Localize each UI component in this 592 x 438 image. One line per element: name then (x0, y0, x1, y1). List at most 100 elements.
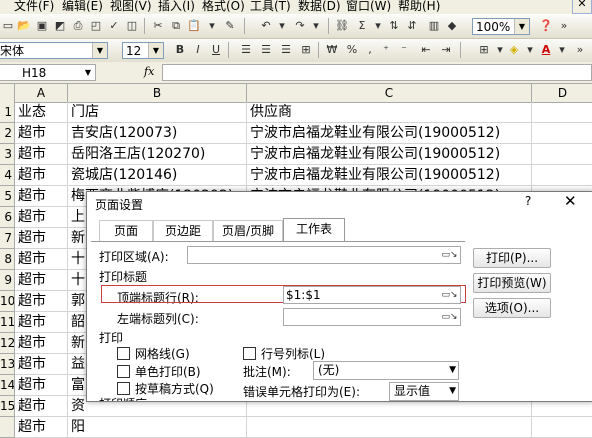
font-name-combo[interactable]: 宋体 ▼ (0, 42, 108, 59)
print-area-input[interactable] (187, 246, 461, 264)
paste-dropdown-icon[interactable]: ▾ (204, 18, 220, 34)
chevron-down-icon[interactable]: ▼ (514, 19, 529, 34)
table-cell[interactable]: 超市 (15, 144, 68, 165)
top-rows-input[interactable]: $1:$1 (283, 286, 461, 304)
align-right-icon[interactable]: ☰ (278, 42, 294, 58)
table-cell[interactable]: 超市 (15, 270, 68, 291)
comma-icon[interactable]: , (362, 42, 378, 58)
table-cell[interactable]: 业态 (15, 102, 68, 123)
table-cell[interactable]: 超市 (15, 186, 68, 207)
collapse-dialog-icon[interactable]: ▭↘ (441, 287, 458, 303)
table-cell[interactable] (532, 165, 592, 186)
paste-icon[interactable]: 📋 (186, 18, 202, 34)
options-button[interactable]: 选项(O)... (473, 298, 551, 318)
decrease-decimal-icon[interactable]: ⁻ (396, 42, 412, 58)
table-cell[interactable] (532, 123, 592, 144)
print-preview-icon[interactable]: ◰ (88, 18, 104, 34)
cell-errors-select[interactable]: 显示值 ▼ (389, 382, 459, 401)
borders-icon[interactable]: ⊞ (476, 42, 492, 58)
menu-window[interactable]: 窗口(W) (346, 0, 391, 14)
menu-format[interactable]: 格式(O) (202, 0, 245, 14)
print-preview-button[interactable]: 打印预览(W) (473, 273, 551, 293)
redo-icon[interactable]: ↷ (292, 18, 308, 34)
copy-icon[interactable]: ⧉ (168, 18, 184, 34)
table-cell[interactable]: 超市 (15, 333, 68, 354)
research-icon[interactable]: ◫ (124, 18, 140, 34)
hyperlink-icon[interactable]: ⛓ (334, 18, 350, 34)
percent-icon[interactable]: % (344, 42, 360, 58)
menu-edit[interactable]: 编辑(E) (62, 0, 103, 14)
black-white-checkbox[interactable] (117, 365, 130, 378)
toolbar-options-icon[interactable]: » (572, 42, 588, 58)
help-button[interactable]: ? (525, 194, 531, 208)
menu-view[interactable]: 视图(V) (110, 0, 152, 14)
table-cell[interactable]: 宁波市启福龙鞋业有限公司(19000512) (247, 144, 532, 165)
window-close-button[interactable]: ✕ (572, 0, 592, 14)
select-all-corner[interactable] (0, 84, 15, 103)
chevron-down-icon[interactable]: ▼ (92, 43, 107, 58)
redo-dropdown-icon[interactable]: ▾ (308, 18, 324, 34)
chevron-down-icon[interactable]: ▼ (81, 65, 95, 80)
row-header[interactable]: 7 (0, 228, 15, 249)
table-cell[interactable]: 阳 (68, 417, 247, 438)
formula-input[interactable] (162, 64, 592, 81)
increase-decimal-icon[interactable]: ⁺ (378, 42, 394, 58)
column-header-d[interactable]: D (532, 84, 592, 103)
format-painter-icon[interactable]: ✎ (222, 18, 238, 34)
font-size-combo[interactable]: 12 ▼ (122, 42, 164, 59)
table-cell[interactable]: 岳阳洛王店(120270) (68, 144, 247, 165)
collapse-dialog-icon[interactable]: ▭↘ (441, 309, 458, 325)
table-cell[interactable]: 瓷城店(120146) (68, 165, 247, 186)
row-header[interactable]: 15 (0, 396, 15, 417)
row-header[interactable]: 1 (0, 102, 15, 123)
table-cell[interactable]: 超市 (15, 291, 68, 312)
close-icon[interactable]: ✕ (564, 192, 577, 210)
column-header-c[interactable]: C (247, 84, 532, 103)
table-cell[interactable] (532, 144, 592, 165)
row-header[interactable]: 2 (0, 123, 15, 144)
permission-icon[interactable]: ◩ (52, 18, 68, 34)
fill-color-icon[interactable]: ◈ (506, 42, 522, 58)
column-header-b[interactable]: B (68, 84, 247, 103)
comments-select[interactable]: (无) ▼ (313, 361, 459, 380)
row-header[interactable]: 12 (0, 333, 15, 354)
drawing-icon[interactable]: ◆ (444, 18, 460, 34)
underline-button[interactable]: U (208, 42, 224, 58)
gridlines-checkbox[interactable] (117, 347, 130, 360)
currency-icon[interactable]: ₩ (324, 42, 340, 58)
table-cell[interactable] (532, 102, 592, 123)
table-cell[interactable]: 超市 (15, 228, 68, 249)
fx-icon[interactable]: fx (144, 65, 154, 78)
chevron-down-icon[interactable]: ▼ (148, 43, 163, 58)
print-button[interactable]: 打印(P)... (473, 248, 551, 268)
open-icon[interactable]: 📂 (16, 18, 32, 34)
new-icon[interactable]: ▭ (0, 18, 16, 34)
spelling-icon[interactable]: ✓ (106, 18, 122, 34)
save-icon[interactable]: ▣ (34, 18, 50, 34)
italic-button[interactable]: I (190, 42, 206, 58)
tab-sheet[interactable]: 工作表 (283, 218, 345, 242)
cut-icon[interactable]: ✂ (150, 18, 166, 34)
table-cell[interactable]: 超市 (15, 417, 68, 438)
table-cell[interactable]: 超市 (15, 354, 68, 375)
undo-dropdown-icon[interactable]: ▾ (274, 18, 290, 34)
align-center-icon[interactable]: ☰ (258, 42, 274, 58)
draft-quality-checkbox[interactable] (117, 382, 130, 395)
undo-icon[interactable]: ↶ (258, 18, 274, 34)
row-header[interactable]: 5 (0, 186, 15, 207)
row-header[interactable]: 6 (0, 207, 15, 228)
table-cell[interactable]: 超市 (15, 375, 68, 396)
table-cell[interactable]: 门店 (68, 102, 247, 123)
table-cell[interactable]: 超市 (15, 165, 68, 186)
font-color-dropdown-icon[interactable]: ▾ (554, 42, 570, 58)
row-header[interactable]: 3 (0, 144, 15, 165)
left-cols-input[interactable] (283, 308, 461, 326)
table-cell[interactable] (532, 417, 592, 438)
menu-insert[interactable]: 插入(I) (158, 0, 195, 14)
row-header[interactable]: 8 (0, 249, 15, 270)
row-header[interactable]: 4 (0, 165, 15, 186)
collapse-dialog-icon[interactable]: ▭↘ (441, 247, 458, 263)
table-cell[interactable]: 宁波市启福龙鞋业有限公司(19000512) (247, 123, 532, 144)
merge-center-icon[interactable]: ⊞ (298, 42, 314, 58)
row-header[interactable] (0, 417, 15, 438)
